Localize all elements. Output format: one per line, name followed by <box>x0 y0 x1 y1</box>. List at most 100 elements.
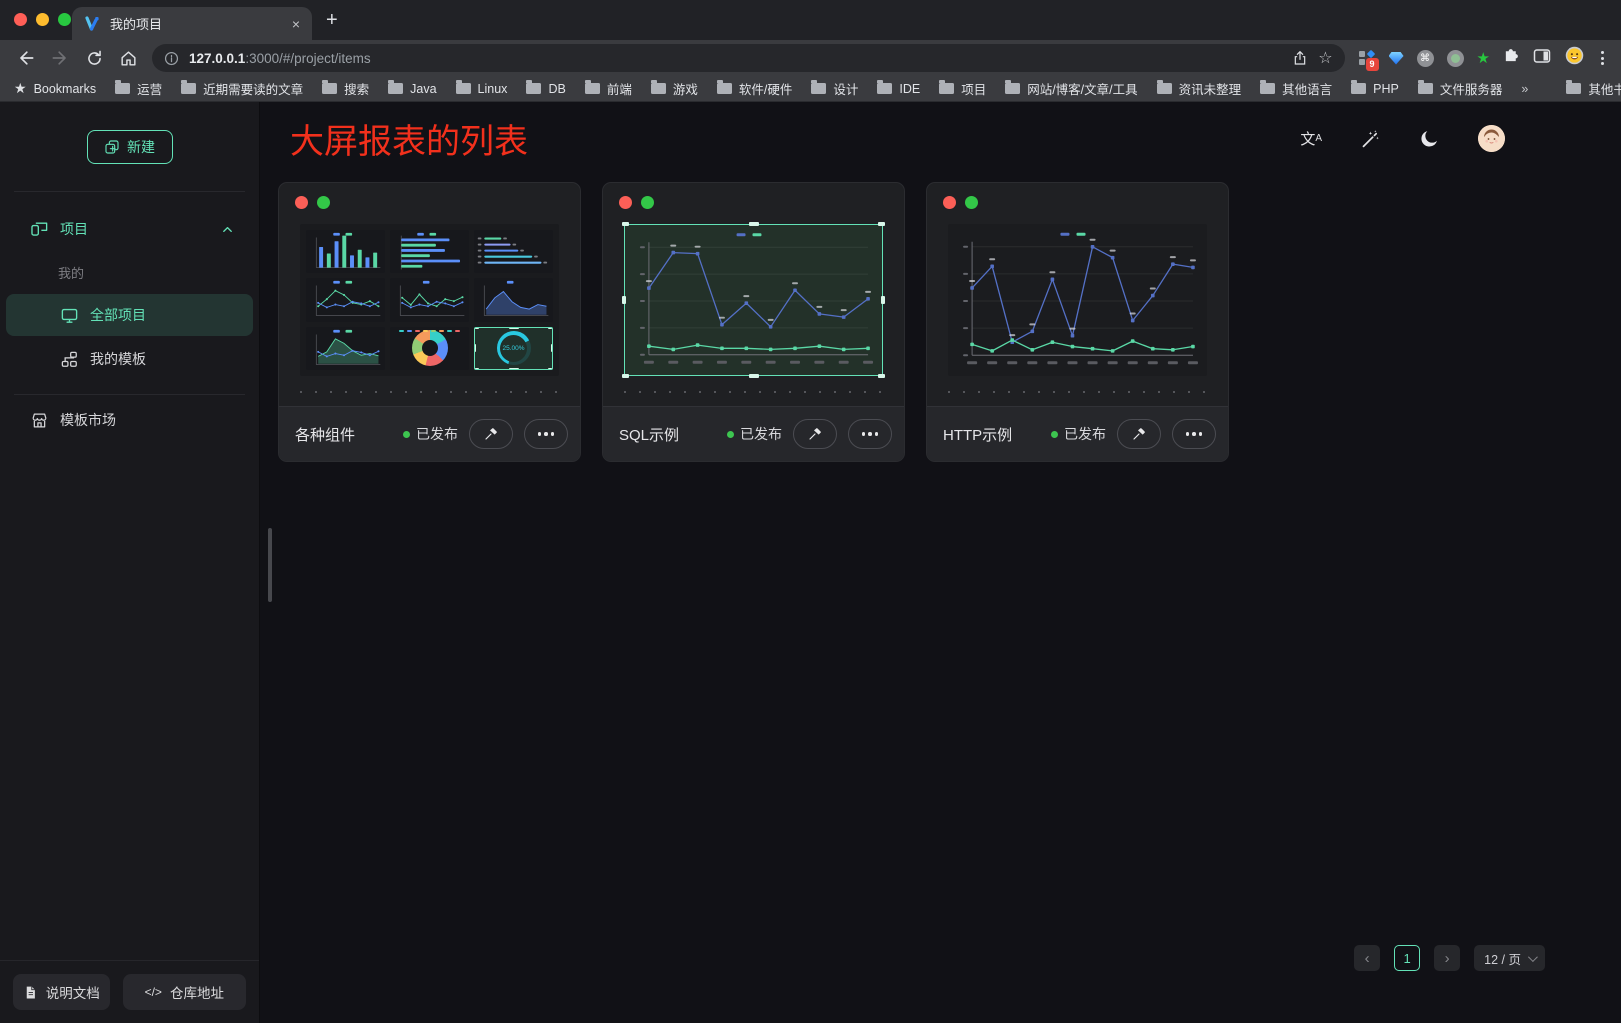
sidebar-item-all-projects[interactable]: 全部项目 <box>6 294 253 336</box>
extensions-puzzle-icon[interactable] <box>1503 47 1520 69</box>
tab-close-icon[interactable]: × <box>292 16 300 32</box>
bookmark-item[interactable]: 游戏 <box>651 79 698 98</box>
project-thumbnail[interactable]: 25.00% <box>300 224 559 376</box>
extension-badge: 9 <box>1366 58 1379 71</box>
bookmark-item[interactable]: 其他语言 <box>1260 79 1332 98</box>
maximize-window-icon[interactable] <box>58 13 71 26</box>
bookmark-item[interactable]: Linux <box>456 82 508 96</box>
bookmark-item[interactable]: 资讯未整理 <box>1157 79 1242 98</box>
ellipsis-dot <box>544 432 548 436</box>
repo-button[interactable]: </> 仓库地址 <box>123 974 246 1010</box>
project-card[interactable]: HTTP示例已发布 <box>926 182 1229 462</box>
share-icon[interactable] <box>1292 50 1308 66</box>
extensions-cluster: 9 ⌘ ★ <box>1355 45 1611 71</box>
next-page-button[interactable]: › <box>1434 945 1460 971</box>
resize-handle <box>551 344 553 352</box>
folder-icon <box>1418 83 1433 94</box>
side-panel-icon[interactable] <box>1533 48 1551 69</box>
bookmark-label: 其他语言 <box>1282 79 1332 98</box>
more-button[interactable] <box>524 419 568 449</box>
command-extension-icon[interactable]: ⌘ <box>1417 50 1434 67</box>
project-thumbnail[interactable] <box>624 224 883 376</box>
recorder-extension-icon[interactable] <box>1447 50 1464 67</box>
tab-manager-extension-icon[interactable]: 9 <box>1359 50 1376 67</box>
new-project-button[interactable]: 新建 <box>87 130 173 164</box>
user-avatar[interactable] <box>1478 125 1505 152</box>
card-footer: SQL示例已发布 <box>603 406 904 461</box>
resize-handle <box>509 327 519 329</box>
bookmark-item[interactable]: 软件/硬件 <box>717 79 792 98</box>
star-extension-icon[interactable]: ★ <box>1477 51 1490 66</box>
address-bar[interactable]: 127.0.0.1:3000/#/project/items ☆ <box>152 44 1345 72</box>
project-card[interactable]: 25.00%各种组件已发布 <box>278 182 581 462</box>
chrome-menu-icon[interactable] <box>1598 51 1607 65</box>
bookmark-item[interactable]: 项目 <box>939 79 986 98</box>
bookmark-item[interactable]: DB <box>526 82 565 96</box>
edit-button[interactable] <box>469 419 513 449</box>
edit-button[interactable] <box>793 419 837 449</box>
bookmark-item[interactable]: 设计 <box>811 79 858 98</box>
bookmark-item[interactable]: 近期需要读的文章 <box>181 79 303 98</box>
sidebar-item-my-templates[interactable]: 我的模板 <box>6 338 253 380</box>
monitor-icon <box>60 306 79 325</box>
resize-handle <box>509 368 519 370</box>
folder-icon <box>181 83 196 94</box>
dark-mode-moon-icon[interactable] <box>1419 128 1440 149</box>
reload-icon[interactable] <box>80 44 108 72</box>
more-button[interactable] <box>848 419 892 449</box>
home-icon[interactable] <box>114 44 142 72</box>
browser-tab[interactable]: 我的项目 × <box>72 7 312 40</box>
bookmark-item[interactable]: IDE <box>877 82 920 96</box>
new-tab-button[interactable]: + <box>326 9 338 32</box>
bookmark-item[interactable]: 搜索 <box>322 79 369 98</box>
bookmark-item[interactable]: 运营 <box>115 79 162 98</box>
project-card[interactable]: SQL示例已发布 <box>602 182 905 462</box>
folder-icon <box>939 83 954 94</box>
edit-button[interactable] <box>1117 419 1161 449</box>
other-bookmarks[interactable]: 其他书签 <box>1566 79 1621 98</box>
magic-wand-icon[interactable] <box>1360 128 1381 149</box>
resize-handle <box>749 374 759 378</box>
bookmark-label: 资讯未整理 <box>1179 79 1242 98</box>
bookmarks-root[interactable]: ★ Bookmarks <box>14 80 96 97</box>
bookmarks-overflow-chevron[interactable]: » <box>1521 82 1528 96</box>
back-icon[interactable] <box>12 44 40 72</box>
bookmark-item[interactable]: 文件服务器 <box>1418 79 1503 98</box>
hammer-icon <box>1131 426 1147 442</box>
folder-icon <box>877 83 892 94</box>
donut-chart <box>412 330 448 366</box>
profile-avatar-icon[interactable] <box>1564 45 1585 71</box>
bookmark-item[interactable]: Java <box>388 82 436 96</box>
status-badge: 已发布 <box>1051 424 1106 444</box>
sidebar-section-project[interactable]: 项目 <box>0 206 259 252</box>
page-size-select[interactable]: 12 / 页 <box>1474 945 1545 971</box>
close-window-icon[interactable] <box>14 13 27 26</box>
sidebar-item-template-market[interactable]: 模板市场 <box>0 397 259 443</box>
bookmark-item[interactable]: PHP <box>1351 82 1399 96</box>
status-dot <box>727 431 734 438</box>
docs-button[interactable]: 说明文档 <box>13 974 110 1010</box>
status-label: 已发布 <box>416 424 458 444</box>
current-page[interactable]: 1 <box>1394 945 1420 971</box>
ellipsis-dot <box>1186 432 1190 436</box>
more-button[interactable] <box>1172 419 1216 449</box>
site-info-icon[interactable] <box>164 51 179 66</box>
bookmark-label: 近期需要读的文章 <box>203 79 303 98</box>
pagination: ‹ 1 › 12 / 页 <box>1354 945 1545 971</box>
minimize-window-icon[interactable] <box>36 13 49 26</box>
resize-handle <box>622 222 629 226</box>
forward-icon[interactable] <box>46 44 74 72</box>
bookmark-item[interactable]: 网站/博客/文章/工具 <box>1005 79 1137 98</box>
status-dot <box>1051 431 1058 438</box>
bookmark-star-icon[interactable]: ☆ <box>1318 48 1332 68</box>
main-area: 大屏报表的列表 文A 25.00%各种组件已发布SQL示例已发布HTTP示例已发… <box>260 102 1621 1023</box>
gem-extension-icon[interactable] <box>1389 52 1404 65</box>
folder-icon <box>526 83 541 94</box>
prev-page-button[interactable]: ‹ <box>1354 945 1380 971</box>
mini-chart <box>474 230 553 273</box>
browser-toolbar: 127.0.0.1:3000/#/project/items ☆ 9 ⌘ ★ <box>0 40 1621 76</box>
language-icon[interactable]: 文A <box>1300 128 1322 149</box>
project-thumbnail[interactable] <box>948 224 1207 376</box>
scrollbar-thumb[interactable] <box>268 528 272 602</box>
bookmark-item[interactable]: 前端 <box>585 79 632 98</box>
